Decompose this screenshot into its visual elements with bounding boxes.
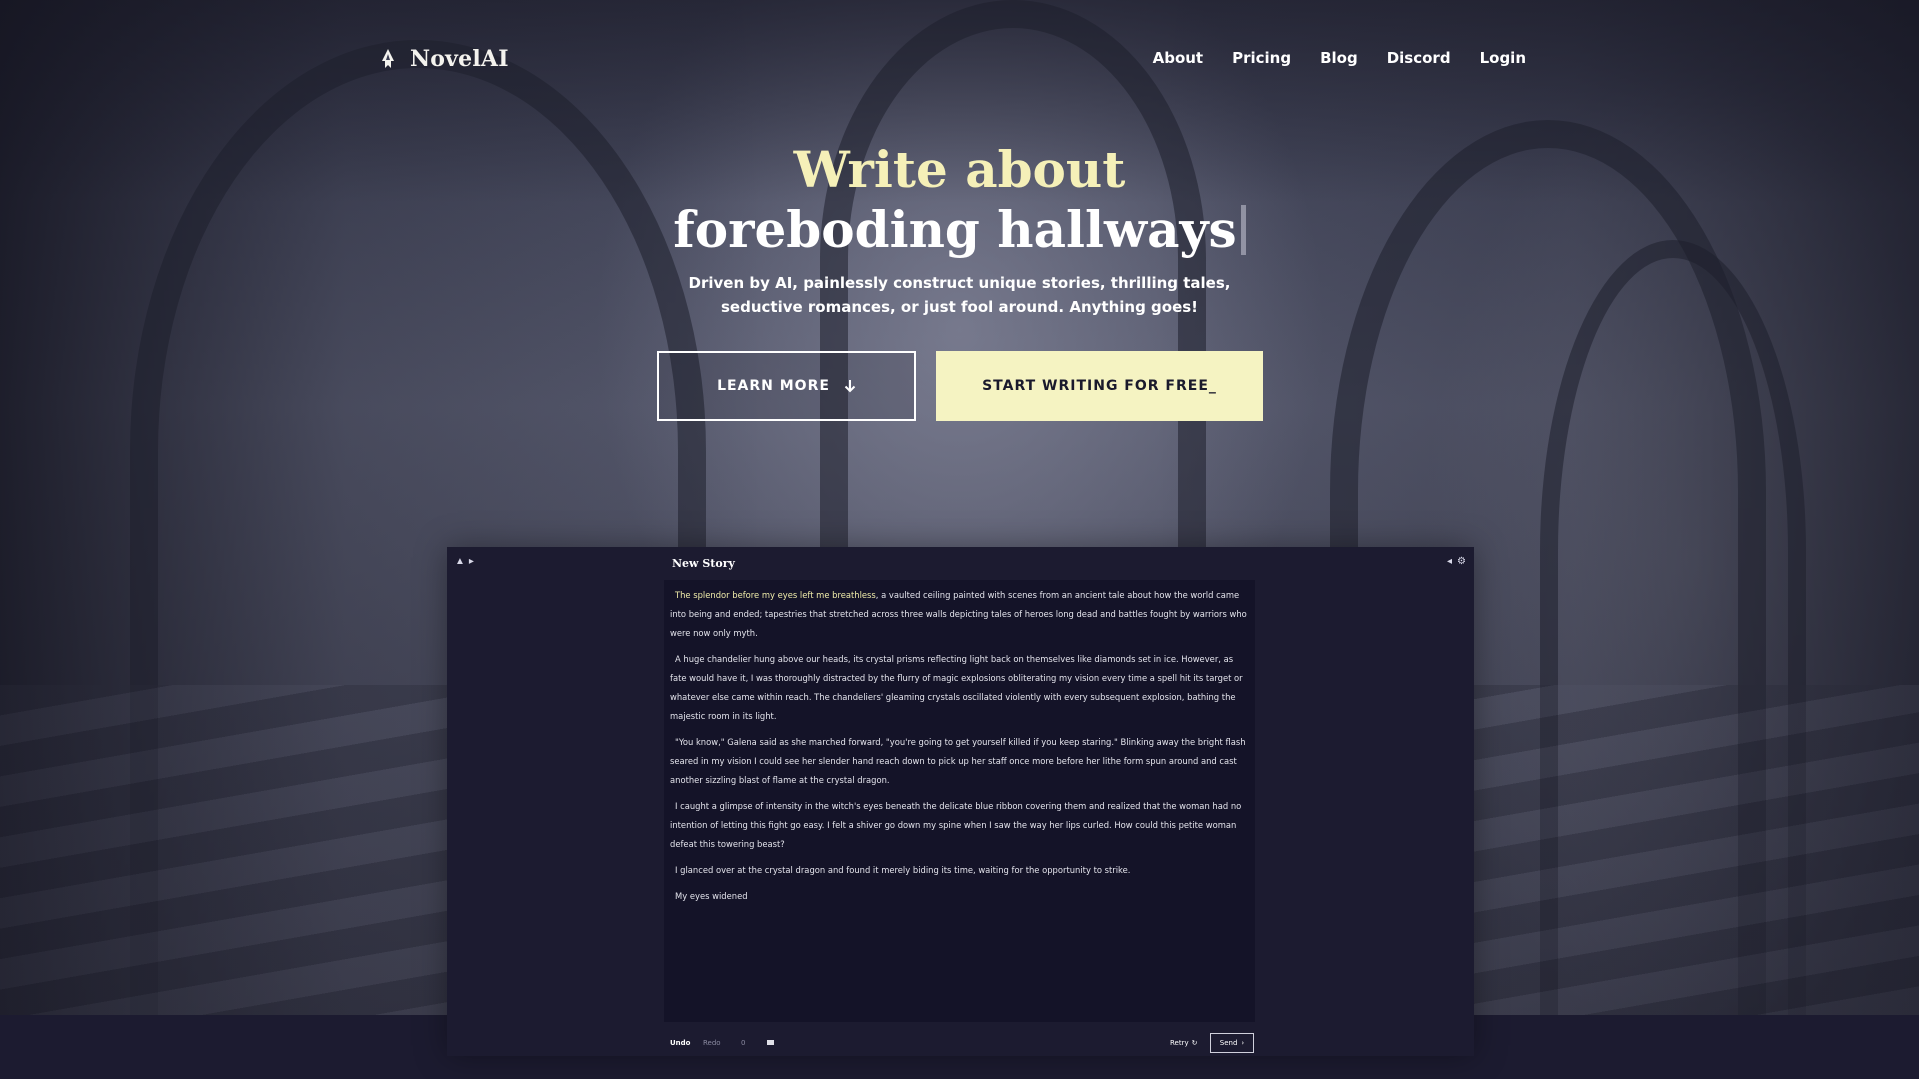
novelai-pen-icon bbox=[382, 49, 394, 68]
start-writing-button[interactable]: START WRITING FOR FREE_ bbox=[936, 351, 1263, 421]
learn-more-button[interactable]: LEARN MORE bbox=[657, 351, 916, 421]
brand-name: NovelAI bbox=[410, 46, 509, 72]
story-title: New Story bbox=[672, 557, 735, 570]
editor-footer: Undo Redo 0 Retry ↻ Send › bbox=[664, 1032, 1255, 1054]
chevron-right-icon[interactable]: ▸ bbox=[469, 556, 474, 567]
gear-icon[interactable]: ⚙ bbox=[1457, 556, 1466, 567]
story-paragraph: A huge chandelier hung above our heads, … bbox=[670, 654, 1243, 721]
start-writing-label: START WRITING FOR FREE_ bbox=[982, 378, 1217, 394]
redo-button[interactable]: Redo bbox=[703, 1039, 721, 1047]
headline-typed-text: foreboding hallways bbox=[673, 200, 1237, 259]
nav-discord[interactable]: Discord bbox=[1387, 49, 1451, 67]
novelai-pen-icon[interactable]: ▲ bbox=[455, 556, 465, 567]
history-count: 0 bbox=[741, 1039, 746, 1047]
arrow-down-icon bbox=[844, 380, 856, 393]
editor-preview: ▲ ▸ New Story ◂ ⚙ The splendor before my… bbox=[447, 547, 1474, 1056]
history-icon[interactable] bbox=[767, 1040, 774, 1045]
story-paragraph: The splendor before my eyes left me brea… bbox=[670, 586, 1250, 643]
chevron-right-icon: › bbox=[1241, 1039, 1245, 1047]
story-paragraph: My eyes widened bbox=[675, 891, 748, 901]
undo-button[interactable]: Undo bbox=[670, 1039, 691, 1047]
retry-label: Retry bbox=[1170, 1039, 1189, 1047]
nav-blog[interactable]: Blog bbox=[1320, 49, 1358, 67]
story-paragraph: I caught a glimpse of intensity in the w… bbox=[670, 801, 1242, 849]
hero-headline: Write about foreboding hallways bbox=[0, 140, 1919, 260]
subtitle-line-1: Driven by AI, painlessly construct uniqu… bbox=[688, 274, 1231, 292]
story-paragraph: "You know," Galena said as she marched f… bbox=[670, 737, 1246, 785]
retry-button[interactable]: Retry ↻ bbox=[1170, 1039, 1198, 1047]
story-paragraph: I glanced over at the crystal dragon and… bbox=[675, 865, 1131, 875]
send-button[interactable]: Send › bbox=[1210, 1033, 1254, 1053]
headline-line-2: foreboding hallways bbox=[0, 200, 1919, 260]
prompt-highlight: The splendor before my eyes left me brea… bbox=[675, 590, 876, 600]
refresh-icon: ↻ bbox=[1191, 1039, 1198, 1047]
chevron-left-icon[interactable]: ◂ bbox=[1447, 556, 1452, 567]
main-nav: About Pricing Blog Discord Login bbox=[1153, 49, 1526, 67]
story-text-area[interactable]: The splendor before my eyes left me brea… bbox=[664, 580, 1255, 1022]
headline-line-1: Write about bbox=[793, 140, 1126, 199]
brand-logo[interactable]: NovelAI bbox=[378, 46, 509, 72]
nav-login[interactable]: Login bbox=[1480, 49, 1526, 67]
nav-about[interactable]: About bbox=[1153, 49, 1204, 67]
editor-left-controls: ▲ ▸ bbox=[455, 556, 474, 567]
send-label: Send bbox=[1219, 1039, 1238, 1047]
nav-pricing[interactable]: Pricing bbox=[1232, 49, 1291, 67]
hero-subtitle: Driven by AI, painlessly construct uniqu… bbox=[0, 271, 1919, 319]
subtitle-line-2: seductive romances, or just fool around.… bbox=[720, 298, 1199, 316]
learn-more-label: LEARN MORE bbox=[717, 378, 830, 394]
typing-cursor bbox=[1240, 205, 1246, 255]
editor-right-controls: ◂ ⚙ bbox=[1447, 556, 1466, 567]
